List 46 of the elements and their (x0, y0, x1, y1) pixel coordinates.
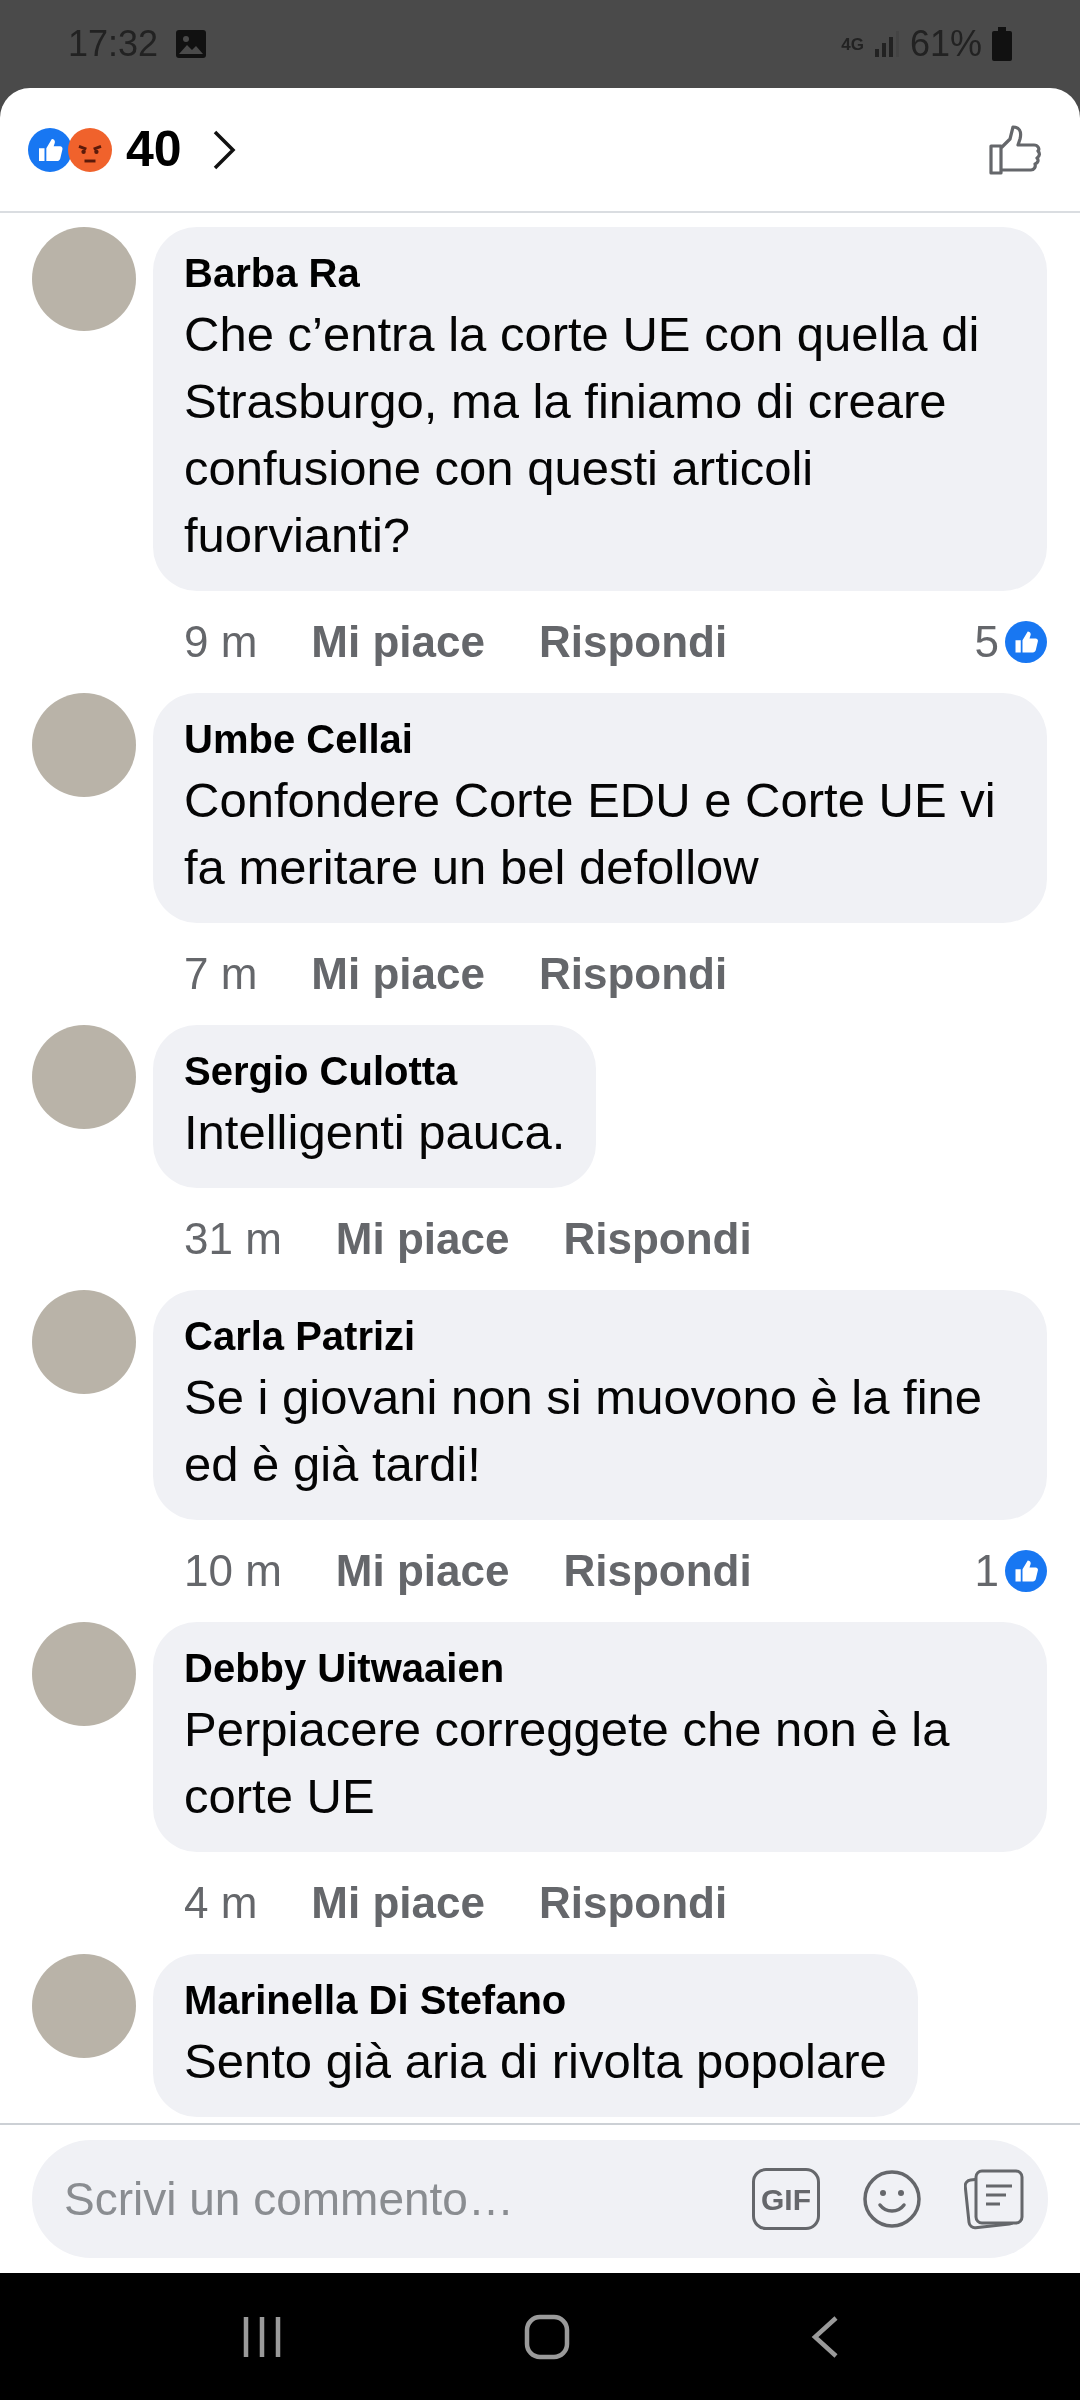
like-reaction-icon (1005, 1550, 1047, 1592)
comment-text: Perpiacere correggete che non è la corte UE (184, 1701, 951, 1825)
like-link[interactable]: Mi piace (311, 941, 485, 1007)
like-link[interactable]: Mi piace (311, 609, 485, 675)
comment-text: Sento già aria di rivolta popolare (184, 2033, 887, 2090)
thumbs-up-icon[interactable] (988, 123, 1042, 176)
battery-icon (992, 27, 1012, 61)
comment-author[interactable]: Marinella Di Stefano (184, 1974, 887, 2026)
comment-text: Intelligenti pauca. (184, 1104, 566, 1161)
like-count: 5 (974, 616, 999, 668)
like-link[interactable]: Mi piace (335, 1538, 510, 1604)
emoji-icon[interactable] (862, 2169, 922, 2229)
comment-time: 9 m (184, 616, 258, 668)
reply-link[interactable]: Rispondi (563, 1538, 752, 1604)
home-icon[interactable] (524, 2313, 570, 2360)
reply-link[interactable]: Rispondi (539, 941, 728, 1007)
comment-text: Che c’entra la corte UE con quella di Strasburgo, ma la finiamo di creare confusione con questi articoli fuorvianti? (184, 306, 981, 564)
comment-author[interactable]: Debby Uitwaaien (184, 1642, 1016, 1694)
comment-author[interactable]: Sergio Culotta (184, 1045, 566, 1097)
like-reaction-icon (1005, 621, 1047, 663)
comment-text: Se i giovani non si muovono è la fine ed è già tardi! (184, 1369, 984, 1493)
signal-icon (873, 31, 900, 57)
gif-button[interactable]: GIF (752, 2168, 820, 2230)
sticker-icon[interactable] (964, 2168, 1026, 2230)
angry-reaction-icon (68, 127, 112, 172)
like-reaction-icon (28, 127, 72, 172)
chevron-right-icon[interactable] (211, 128, 236, 171)
comment-author[interactable]: Umbe Cellai (184, 713, 1016, 765)
reaction-count[interactable]: 40 (126, 112, 182, 187)
back-icon[interactable] (810, 2314, 840, 2359)
comment-time: 4 m (184, 1877, 258, 1929)
comment-text: Confondere Corte EDU e Corte UE vi fa meritare un bel defollow (184, 772, 997, 896)
comment-author[interactable]: Carla Patrizi (184, 1310, 1016, 1362)
comment-input[interactable]: Scrivi un commento… GIF (32, 2140, 1048, 2258)
image-icon (176, 30, 207, 58)
comment-time: 7 m (184, 948, 258, 1000)
comment-time: 31 m (184, 1213, 282, 1265)
reply-link[interactable]: Rispondi (539, 609, 728, 675)
like-link[interactable]: Mi piace (335, 1206, 510, 1272)
comment-author[interactable]: Barba Ra (184, 247, 1016, 299)
reply-link[interactable]: Rispondi (539, 1870, 728, 1936)
like-count: 1 (974, 1545, 999, 1597)
reply-link[interactable]: Rispondi (563, 1206, 752, 1272)
comment-time: 10 m (184, 1545, 282, 1597)
like-link[interactable]: Mi piace (311, 1870, 485, 1936)
comment-field[interactable]: Scrivi un commento… (64, 2164, 752, 2234)
